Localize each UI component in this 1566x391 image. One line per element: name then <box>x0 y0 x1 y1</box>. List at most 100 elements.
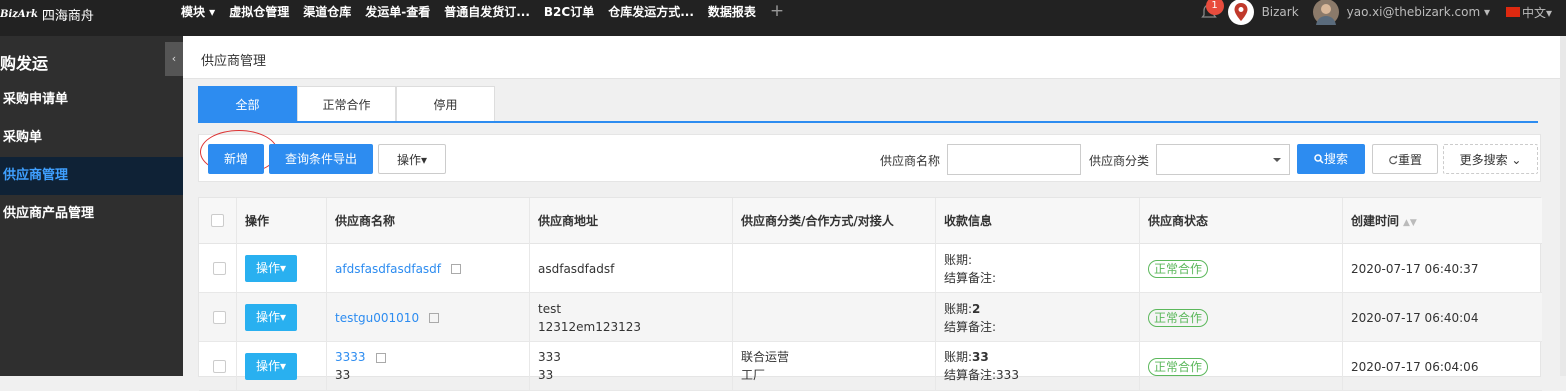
supplier-address: asdfasdfadsf <box>538 261 615 276</box>
ops-dropdown-button[interactable]: 操作▾ <box>378 144 446 174</box>
reset-button[interactable]: 重置 <box>1372 144 1438 174</box>
supplier-address-line1: 333 <box>538 350 561 364</box>
table-row: 操作▾ afdsfasdfasdfasdf asdfasdfadsf 账期: 结算… <box>199 244 1542 293</box>
settle-note: 结算备注: <box>944 270 997 285</box>
nav-item-self-fulfill-orders[interactable]: 普通自发货订... <box>444 3 530 20</box>
select-all-checkbox[interactable] <box>211 214 224 227</box>
notification-bell-icon[interactable]: 1 <box>1200 0 1224 21</box>
payment-term-label: 账期: <box>944 252 973 267</box>
logo-mark: BizArk <box>0 8 38 20</box>
page-title: 供应商管理 <box>201 54 267 69</box>
status-badge: 正常合作 <box>1148 259 1209 278</box>
supplier-name-link[interactable]: testgu001010 <box>335 311 419 325</box>
row-ops-button[interactable]: 操作▾ <box>245 255 297 282</box>
add-button[interactable]: 新增 <box>208 144 264 174</box>
status-badge: 正常合作 <box>1148 357 1209 376</box>
payment-term-label: 账期: <box>944 301 973 316</box>
user-avatar[interactable] <box>1312 0 1339 25</box>
top-bar: BizArk 四海商舟 模块 ▾ 虚拟仓管理 渠道仓库 发运单-查看 普通自发货… <box>0 0 1566 36</box>
nav-item-modules[interactable]: 模块 ▾ <box>181 3 215 20</box>
logo[interactable]: BizArk 四海商舟 <box>0 2 94 26</box>
sidebar: 购发运 ‹ 采购申请单 采购单 供应商管理 供应商产品管理 <box>0 36 183 376</box>
user-email-dropdown[interactable]: yao.xi@thebizark.com ▾ <box>1347 5 1490 19</box>
language-label: 中文▾ <box>1521 5 1552 20</box>
supplier-name-link[interactable]: afdsfasdfasdfasdf <box>335 262 441 276</box>
table-row: 操作▾ 3333 33 333 33 联合运营 工厂 账期:33 结算备注:333 正常… <box>199 342 1542 391</box>
created-time: 2020-07-17 06:40:04 <box>1351 310 1479 325</box>
toolbar: 新增 查询条件导出 操作▾ 供应商名称 供应商分类 搜索 重置 更多搜索 ⌄ <box>198 130 1541 182</box>
row-checkbox[interactable] <box>213 311 226 324</box>
sidebar-item-supplier-products[interactable]: 供应商产品管理 <box>0 195 183 233</box>
row-checkbox[interactable] <box>213 360 226 373</box>
search-icon <box>1314 154 1324 164</box>
page-scrollbar[interactable] <box>1560 36 1566 376</box>
org-avatar-icon[interactable] <box>1227 0 1254 25</box>
nav-item-shipment-view[interactable]: 发运单-查看 <box>365 3 430 20</box>
copy-icon[interactable] <box>451 264 462 274</box>
more-search-button[interactable]: 更多搜索 ⌄ <box>1443 144 1538 174</box>
supplier-address-line2: 33 <box>538 368 554 382</box>
language-switch[interactable]: 中文▾ <box>1505 4 1552 21</box>
sidebar-item-purchase-order[interactable]: 采购单 <box>0 119 183 157</box>
created-time: 2020-07-17 06:40:37 <box>1351 261 1479 276</box>
refresh-icon <box>1389 155 1398 165</box>
sidebar-item-supplier-management[interactable]: 供应商管理 <box>0 157 183 195</box>
chevron-down-icon <box>1273 158 1281 162</box>
created-time-label: 创建时间 <box>1351 214 1400 228</box>
nav-item-channel-warehouse[interactable]: 渠道仓库 <box>303 3 351 20</box>
payment-term-value: 2 <box>972 301 981 316</box>
app-name: 四海商舟 <box>41 8 94 24</box>
org-name[interactable]: Bizark <box>1262 5 1299 19</box>
payment-term-value: 33 <box>972 350 989 364</box>
sidebar-item-purchase-request[interactable]: 采购申请单 <box>0 81 183 119</box>
supplier-name-input[interactable] <box>947 144 1081 175</box>
copy-icon[interactable] <box>375 352 386 363</box>
supplier-name-link[interactable]: 3333 <box>335 350 366 364</box>
nav-item-shipping-method[interactable]: 仓库发运方式... <box>608 3 694 20</box>
sort-icon[interactable]: ▲▼ <box>1403 200 1417 246</box>
supplier-name-label: 供应商名称 <box>880 154 941 168</box>
supplier-category: 工厂 <box>741 368 766 382</box>
page-header: 供应商管理 <box>183 36 1560 79</box>
header-supplier-address: 供应商地址 <box>530 198 733 244</box>
table-header: 操作 供应商名称 供应商地址 供应商分类/合作方式/对接人 收款信息 供应商状态… <box>199 198 1542 244</box>
tab-underline <box>198 121 1538 123</box>
reset-label: 重置 <box>1397 153 1422 167</box>
nav-item-b2c-orders[interactable]: B2C订单 <box>544 3 594 20</box>
export-button[interactable]: 查询条件导出 <box>269 144 373 174</box>
header-created-time[interactable]: 创建时间 ▲▼ <box>1343 198 1542 244</box>
supplier-category-label: 供应商分类 <box>1089 154 1150 168</box>
search-label: 搜索 <box>1323 152 1348 166</box>
tab-disabled[interactable]: 停用 <box>396 86 495 122</box>
settle-note: 结算备注: <box>944 319 997 334</box>
header-supplier-status: 供应商状态 <box>1140 198 1343 244</box>
header-supplier-name: 供应商名称 <box>327 198 530 244</box>
supplier-name-extra: 33 <box>335 368 351 382</box>
tab-all[interactable]: 全部 <box>198 86 297 122</box>
tab-normal[interactable]: 正常合作 <box>297 86 396 122</box>
header-select-all <box>199 198 237 244</box>
supplier-category-select[interactable] <box>1156 144 1290 175</box>
user-area: 1 Bizark yao.xi@thebizark.com ▾ 中文▾ <box>1200 0 1566 25</box>
nav-item-reports[interactable]: 数据报表 <box>708 3 756 20</box>
top-nav: 模块 ▾ 虚拟仓管理 渠道仓库 发运单-查看 普通自发货订... B2C订单 仓… <box>181 0 784 22</box>
supplier-table: 操作 供应商名称 供应商地址 供应商分类/合作方式/对接人 收款信息 供应商状态… <box>198 197 1542 391</box>
payment-term-label: 账期: <box>944 350 973 364</box>
china-flag-icon <box>1505 7 1520 17</box>
search-button[interactable]: 搜索 <box>1297 144 1365 174</box>
row-checkbox[interactable] <box>213 262 226 275</box>
table-row: 操作▾ testgu001010 test 12312em123123 账期:2 结… <box>199 293 1542 342</box>
main-content: 供应商管理 全部 正常合作 停用 新增 查询条件导出 操作▾ 供应商名称 供应商… <box>183 36 1560 391</box>
status-tabs: 全部 正常合作 停用 <box>198 86 495 122</box>
status-badge: 正常合作 <box>1148 308 1209 327</box>
copy-icon[interactable] <box>429 313 440 323</box>
cooperation-mode: 联合运营 <box>741 350 790 364</box>
created-time: 2020-07-17 06:04:06 <box>1351 359 1479 374</box>
notification-count-badge: 1 <box>1205 0 1224 15</box>
header-ops: 操作 <box>237 198 327 244</box>
nav-item-virtual-warehouse[interactable]: 虚拟仓管理 <box>229 3 289 20</box>
supplier-address-line2: 12312em123123 <box>538 319 642 334</box>
sidebar-collapse-button[interactable]: ‹ <box>165 42 183 76</box>
add-tab-icon[interactable]: + <box>770 1 784 21</box>
row-ops-button[interactable]: 操作▾ <box>245 304 297 331</box>
